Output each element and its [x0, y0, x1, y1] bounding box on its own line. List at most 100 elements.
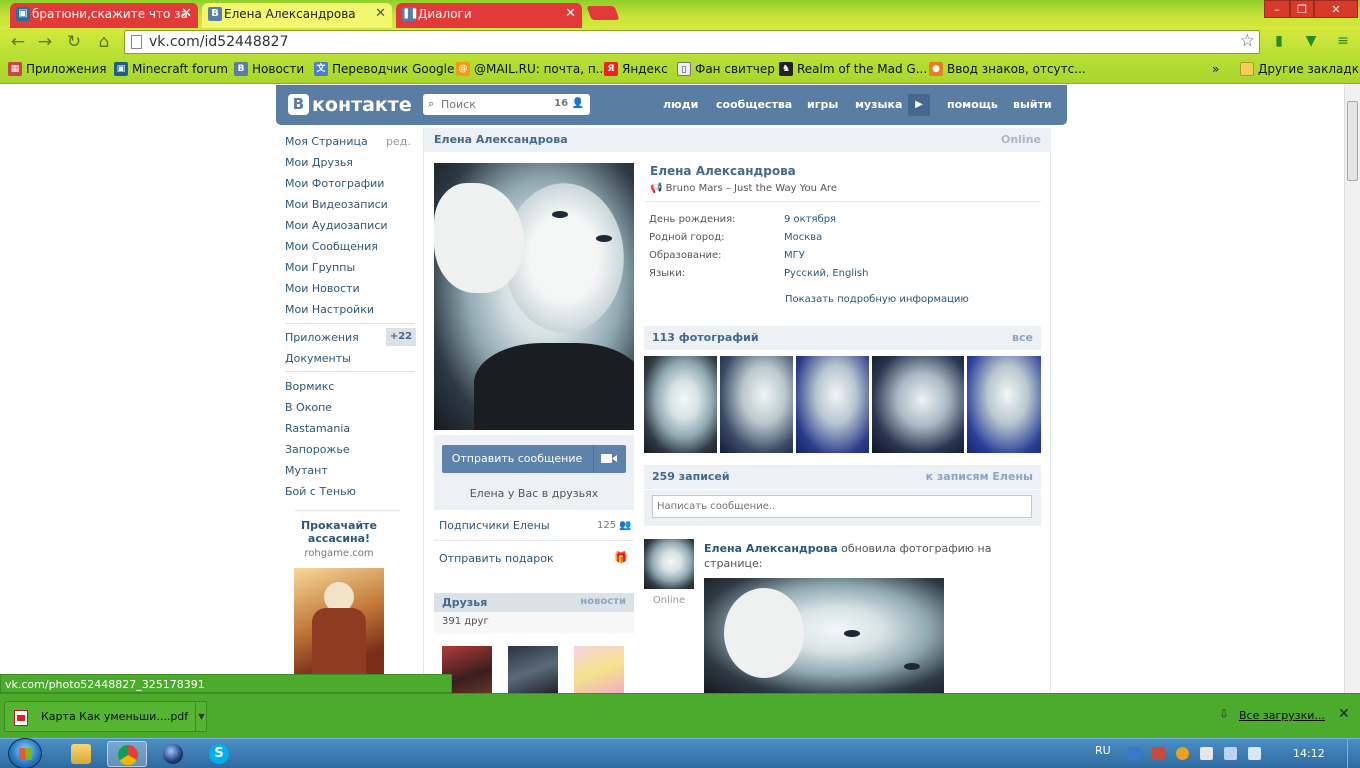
language-indicator[interactable]: RU — [1095, 744, 1111, 757]
close-window-button[interactable]: ✕ — [1314, 0, 1358, 18]
bookmark-mailru[interactable]: @ @MAIL.RU: почта, п... — [456, 62, 607, 76]
app-link-zaporozhye[interactable]: Запорожье — [285, 443, 350, 456]
profile-photo[interactable] — [434, 163, 634, 430]
video-call-icon[interactable] — [601, 453, 617, 464]
info-hometown[interactable]: Москва — [784, 232, 822, 243]
close-icon[interactable]: ✕ — [1338, 706, 1350, 722]
scrollbar-thumb[interactable] — [1347, 101, 1358, 181]
online-friends-count[interactable]: 16 👤 — [554, 98, 584, 109]
nav-communities[interactable]: сообщества — [716, 98, 792, 111]
profile-status[interactable]: 📢 Bruno Mars – Just the Way You Are — [650, 183, 837, 194]
tray-app-icon[interactable] — [1152, 747, 1165, 760]
info-languages[interactable]: Русский, English — [784, 268, 868, 279]
friends-block-header[interactable]: Друзья новости — [434, 593, 634, 612]
photos-all-link[interactable]: все — [1012, 331, 1033, 344]
new-tab-button[interactable] — [586, 6, 620, 20]
info-education[interactable]: МГУ — [784, 250, 805, 261]
forward-icon[interactable]: → — [35, 32, 55, 52]
friend-avatar[interactable] — [574, 646, 624, 693]
bookmark-yandex[interactable]: Я Яндекс — [604, 62, 668, 76]
photo-thumbnail[interactable] — [796, 356, 869, 453]
menu-audio[interactable]: Мои Аудиозаписи — [285, 219, 388, 232]
post-author-link[interactable]: Елена Александрова — [704, 542, 838, 555]
search-box[interactable]: ⌕ 16 👤 — [423, 94, 590, 115]
apps-badge[interactable]: +22 — [386, 328, 416, 346]
menu-messages[interactable]: Мои Сообщения — [285, 240, 378, 253]
address-bar[interactable]: vk.com/id52448827 ☆ — [124, 30, 1260, 54]
nav-music[interactable]: музыка — [855, 98, 902, 111]
signal-icon[interactable]: ▮ — [1270, 33, 1288, 51]
photo-thumbnail[interactable] — [967, 356, 1041, 453]
network-icon[interactable] — [1224, 747, 1237, 760]
taskbar-explorer[interactable] — [61, 741, 101, 767]
play-icon[interactable]: ▶ — [908, 94, 930, 116]
ad-image[interactable] — [294, 568, 384, 678]
send-gift-link[interactable]: Отправить подарок — [439, 552, 554, 565]
download-item[interactable]: Карта Как уменьши....pdf ▼ — [4, 701, 207, 732]
clock[interactable]: 14:12 — [1293, 747, 1325, 760]
tab-1[interactable]: ▣ братюни,скажите что за ✕ — [10, 3, 198, 28]
wall-post-input[interactable] — [652, 495, 1032, 518]
volume-icon[interactable] — [1248, 747, 1261, 760]
network-app-icon[interactable] — [1128, 747, 1141, 760]
reload-icon[interactable]: ↻ — [64, 32, 84, 52]
all-downloads-link[interactable]: Все загрузки... — [1239, 709, 1325, 722]
bookmarks-more-button[interactable]: » — [1212, 62, 1219, 76]
bookmark-fanswitcher[interactable]: ▯ Фан свитчер — [677, 62, 775, 76]
taskbar-chrome[interactable] — [107, 741, 147, 767]
bookmark-apps[interactable]: ▦ Приложения — [8, 62, 107, 76]
post-photo[interactable] — [704, 578, 944, 693]
show-desktop-button[interactable] — [1347, 739, 1360, 768]
wall-block-header[interactable]: 259 записей к записям Елены — [644, 465, 1041, 489]
menu-photos[interactable]: Мои Фотографии — [285, 177, 384, 190]
start-button[interactable] — [8, 738, 42, 768]
photos-block-header[interactable]: 113 фотографий все — [644, 326, 1041, 350]
wall-all-link[interactable]: к записям Елены — [926, 470, 1033, 483]
menu-icon[interactable]: ≡ — [1334, 33, 1352, 51]
app-link-okop[interactable]: В Окопе — [285, 401, 332, 414]
taskbar-media[interactable] — [153, 741, 193, 767]
nav-logout[interactable]: выйти — [1013, 98, 1052, 111]
minimize-button[interactable]: – — [1264, 0, 1290, 18]
back-icon[interactable]: ← — [8, 32, 28, 52]
menu-documents[interactable]: Документы — [285, 352, 351, 365]
home-icon[interactable]: ⌂ — [94, 32, 114, 52]
other-bookmarks[interactable]: Другие закладки — [1240, 62, 1360, 76]
bookmark-news[interactable]: В Новости — [234, 62, 304, 76]
close-icon[interactable]: ✕ — [181, 3, 192, 25]
send-message-button[interactable]: Отправить сообщение — [442, 445, 626, 473]
app-link-mutant[interactable]: Мутант — [285, 464, 328, 477]
close-icon[interactable]: ✕ — [565, 3, 576, 25]
menu-settings[interactable]: Мои Настройки — [285, 303, 374, 316]
photo-thumbnail[interactable] — [872, 356, 964, 453]
menu-groups[interactable]: Мои Группы — [285, 261, 355, 274]
bookmark-realm[interactable]: ♞ Realm of the Mad G... — [779, 62, 927, 76]
flag-icon[interactable] — [1200, 747, 1213, 760]
app-link-wormix[interactable]: Вормикс — [285, 380, 334, 393]
friends-news-link[interactable]: новости — [580, 596, 626, 607]
app-link-rastamania[interactable]: Rastamania — [285, 422, 350, 435]
ad-title[interactable]: Прокачайте ассасина! — [285, 519, 393, 545]
photo-thumbnail[interactable] — [720, 356, 793, 453]
post-author-avatar[interactable] — [644, 539, 694, 589]
tab-2[interactable]: В Елена Александрова ✕ — [202, 3, 392, 28]
search-input[interactable] — [441, 96, 551, 113]
nav-people[interactable]: люди — [663, 98, 698, 111]
nav-help[interactable]: помощь — [947, 98, 998, 111]
subscribers-link[interactable]: Подписчики Елены — [439, 519, 550, 532]
menu-my-page[interactable]: Моя Страница — [285, 135, 368, 148]
menu-news[interactable]: Мои Новости — [285, 282, 360, 295]
bookmark-translate[interactable]: 文 Переводчик Google — [314, 62, 454, 76]
edit-link[interactable]: ред. — [386, 135, 411, 148]
app-link-shadow-fight[interactable]: Бой с Тенью — [285, 485, 356, 498]
tray-app-icon[interactable] — [1176, 747, 1189, 760]
close-icon[interactable]: ✕ — [375, 3, 386, 25]
show-more-info-link[interactable]: Показать подробную информацию — [785, 294, 969, 305]
chevron-down-icon[interactable]: ▼ — [195, 702, 207, 731]
bookmark-minecraft[interactable]: ▣ Minecraft forum — [114, 62, 228, 76]
bookmark-symbols[interactable]: ● Ввод знаков, отсутс... — [929, 62, 1086, 76]
tab-3[interactable]: ❚❚ Диалоги ✕ — [396, 3, 582, 28]
page-scrollbar[interactable] — [1344, 85, 1360, 693]
photo-thumbnail[interactable] — [644, 356, 717, 453]
maximize-button[interactable]: ❐ — [1290, 0, 1314, 18]
